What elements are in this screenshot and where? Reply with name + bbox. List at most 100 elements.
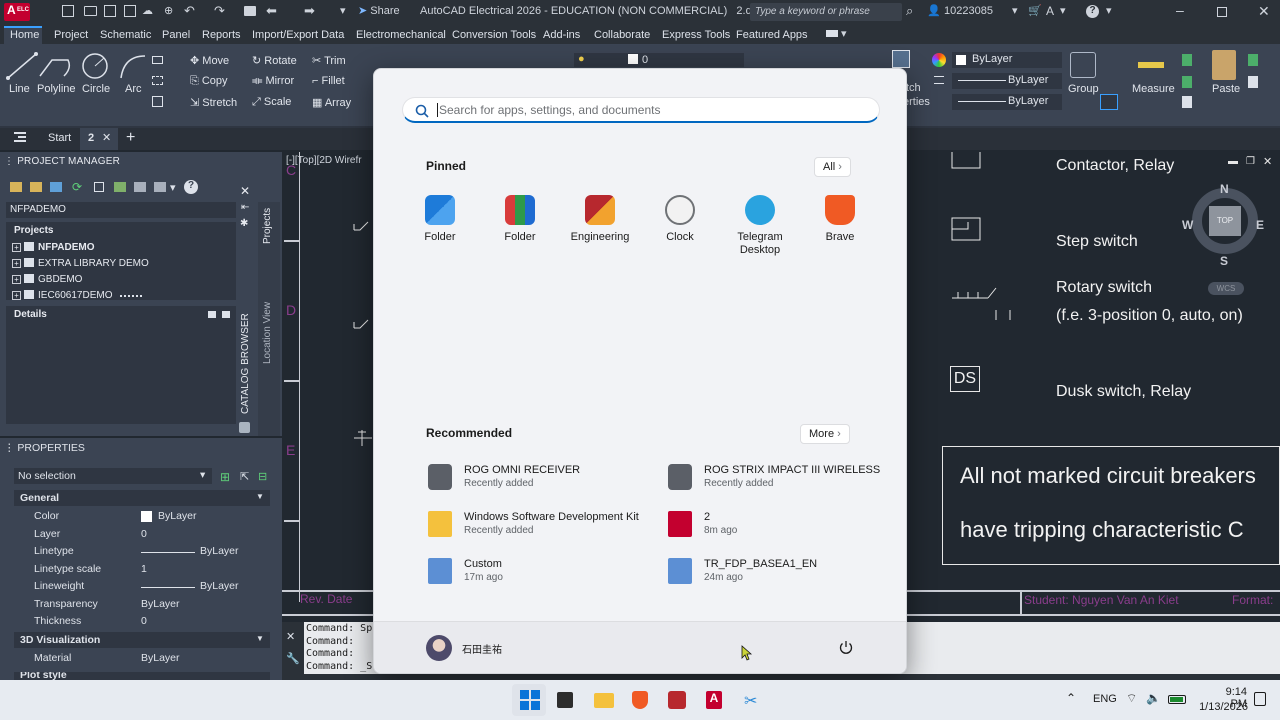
tab-location-view[interactable]: Location View bbox=[262, 302, 273, 364]
wifi-icon[interactable]: ⌔ bbox=[1126, 691, 1137, 706]
property-value[interactable]: 0 bbox=[141, 528, 147, 540]
cloud-save-icon[interactable]: ☁ bbox=[142, 4, 153, 17]
forward-icon[interactable]: ➡ bbox=[304, 3, 315, 19]
polyline-label[interactable]: Polyline bbox=[37, 83, 76, 95]
selection-dropdown[interactable]: No selection ▾ bbox=[14, 468, 212, 484]
tab-import-export-data[interactable]: Import/Export Data bbox=[252, 29, 344, 41]
autodesk-app-icon[interactable]: A bbox=[1046, 4, 1054, 18]
tab-collaborate[interactable]: Collaborate bbox=[594, 29, 650, 41]
recommended-item[interactable]: Windows Software Development Kit Recently… bbox=[426, 508, 646, 542]
expand-icon[interactable]: + bbox=[12, 243, 21, 252]
show-hidden-icons[interactable]: ⌃ bbox=[1066, 691, 1076, 705]
move-button[interactable]: ✥ Move bbox=[190, 54, 229, 67]
material-value[interactable]: ByLayer bbox=[141, 652, 180, 664]
group-select-icon[interactable] bbox=[1100, 94, 1118, 110]
linetype-dropdown[interactable]: ByLayer bbox=[952, 94, 1062, 110]
power-icon[interactable] bbox=[838, 639, 854, 655]
property-value[interactable]: ByLayer bbox=[158, 510, 197, 522]
engineering-app-icon[interactable] bbox=[668, 691, 686, 709]
expand-icon[interactable]: + bbox=[12, 291, 21, 300]
user-id[interactable]: 10223085 bbox=[944, 5, 993, 17]
tab-start[interactable]: Start bbox=[48, 132, 71, 144]
more-button[interactable]: More › bbox=[800, 424, 850, 444]
group-icon[interactable] bbox=[1070, 52, 1096, 78]
viewport-minimize-icon[interactable]: ▬ bbox=[1228, 156, 1238, 167]
undo-icon[interactable]: ↶ bbox=[184, 3, 195, 19]
arc-icon[interactable] bbox=[118, 52, 148, 80]
lineweight-dropdown[interactable]: ByLayer bbox=[952, 73, 1062, 89]
clipboard-icon[interactable] bbox=[1248, 54, 1258, 66]
tab-home[interactable]: Home bbox=[10, 29, 39, 41]
new-drawing-icon[interactable] bbox=[50, 182, 62, 192]
plot-style-section[interactable]: Plot style bbox=[14, 672, 270, 680]
new-project-icon[interactable] bbox=[30, 182, 42, 192]
pinned-app-tile[interactable]: Clock bbox=[640, 191, 720, 259]
close-palette-icon[interactable]: ✕ bbox=[240, 184, 250, 198]
user-avatar[interactable] bbox=[426, 635, 452, 661]
plot-project-icon[interactable] bbox=[154, 182, 166, 192]
hatch-icon[interactable] bbox=[152, 76, 163, 85]
search-icon[interactable]: ⌕ bbox=[906, 3, 913, 19]
tab-project[interactable]: Project bbox=[54, 29, 88, 41]
task-list-icon[interactable] bbox=[94, 182, 104, 192]
publish-icon[interactable] bbox=[134, 182, 146, 192]
property-value[interactable]: 0 bbox=[141, 615, 147, 627]
palette-settings-icon[interactable]: ✱ bbox=[240, 218, 248, 229]
account-dropdown-icon[interactable]: ▾ bbox=[1012, 4, 1018, 17]
recommended-item[interactable]: ROG STRIX IMPACT III WIRELESS Recently ad… bbox=[666, 461, 886, 495]
tab-express-tools[interactable]: Express Tools bbox=[662, 29, 730, 41]
arc-label[interactable]: Arc bbox=[125, 83, 142, 95]
property-value[interactable]: ByLayer bbox=[200, 580, 239, 592]
rectangle-icon[interactable] bbox=[152, 56, 163, 64]
viewcube-top[interactable]: TOP bbox=[1209, 206, 1241, 236]
measure-icon[interactable] bbox=[1138, 62, 1164, 68]
open-project-icon[interactable] bbox=[10, 182, 22, 192]
pinned-app-tile[interactable]: Folder bbox=[480, 191, 560, 259]
close-icon[interactable]: ✕ bbox=[1258, 3, 1270, 20]
close-tab-icon[interactable]: ✕ bbox=[102, 131, 111, 144]
tab-featured-apps[interactable]: Featured Apps bbox=[736, 29, 808, 41]
redo-icon[interactable]: ↷ bbox=[214, 3, 225, 19]
search-box[interactable]: Type a keyword or phrase bbox=[750, 3, 902, 21]
volume-icon[interactable]: 🔈 bbox=[1146, 691, 1161, 705]
line-label[interactable]: Line bbox=[9, 83, 30, 95]
expand-icon[interactable]: + bbox=[12, 275, 21, 284]
property-value[interactable]: ByLayer bbox=[141, 598, 180, 610]
project-item[interactable]: + GBDEMO bbox=[12, 274, 82, 285]
rotate-button[interactable]: ↻ Rotate bbox=[252, 54, 297, 67]
tab-add-ins[interactable]: Add-ins bbox=[543, 29, 580, 41]
tab-reports[interactable]: Reports bbox=[202, 29, 241, 41]
trim-button[interactable]: ✂ Trim bbox=[312, 54, 346, 67]
select-objects-icon[interactable]: ⇱ bbox=[240, 470, 249, 483]
circle-label[interactable]: Circle bbox=[82, 83, 110, 95]
autohide-icon[interactable]: ⇤ bbox=[241, 202, 249, 213]
all-apps-button[interactable]: All › bbox=[814, 157, 851, 177]
tab-projects[interactable]: Projects bbox=[262, 208, 273, 244]
app-dropdown-icon[interactable]: ▾ bbox=[1060, 4, 1066, 17]
cart-icon[interactable]: 🛒 bbox=[1028, 4, 1042, 17]
ribbon-display-dropdown-icon[interactable]: ▾ bbox=[841, 27, 847, 40]
utilities-icon-2[interactable] bbox=[1182, 76, 1192, 88]
tab-conversion-tools[interactable]: Conversion Tools bbox=[452, 29, 536, 41]
start-search-input[interactable]: Search for apps, settings, and documents bbox=[402, 97, 880, 123]
copy-button[interactable]: ⎘ Copy bbox=[190, 75, 228, 88]
app-menu-button[interactable]: A ELC bbox=[4, 3, 30, 21]
share-button[interactable]: ➤ Share bbox=[358, 4, 400, 17]
plot-icon[interactable] bbox=[244, 6, 256, 16]
project-dropdown[interactable]: NFPADEMO bbox=[6, 202, 236, 218]
refresh-icon[interactable]: ⟳ bbox=[72, 180, 82, 194]
3d-visualization-section[interactable]: 3D Visualization ▼ bbox=[14, 632, 270, 648]
utilities-icon[interactable] bbox=[1182, 54, 1192, 66]
viewport-close-icon[interactable]: ✕ bbox=[1263, 155, 1272, 168]
color-dropdown[interactable]: ByLayer bbox=[952, 52, 1062, 68]
user-name[interactable]: 石田圭祐 bbox=[462, 641, 502, 656]
help-icon[interactable]: ? bbox=[184, 180, 198, 194]
ribbon-display-icon[interactable] bbox=[826, 30, 838, 37]
command-settings-icon[interactable]: 🔧 bbox=[286, 652, 300, 665]
polyline-icon[interactable] bbox=[38, 54, 72, 80]
stretch-button[interactable]: ⇲ Stretch bbox=[190, 96, 237, 109]
project-item[interactable]: + IEC60617DEMO bbox=[12, 290, 112, 301]
recommended-item[interactable]: ROG OMNI RECEIVER Recently added bbox=[426, 461, 646, 495]
tab-panel[interactable]: Panel bbox=[162, 29, 190, 41]
project-item[interactable]: + EXTRA LIBRARY DEMO bbox=[12, 258, 149, 269]
